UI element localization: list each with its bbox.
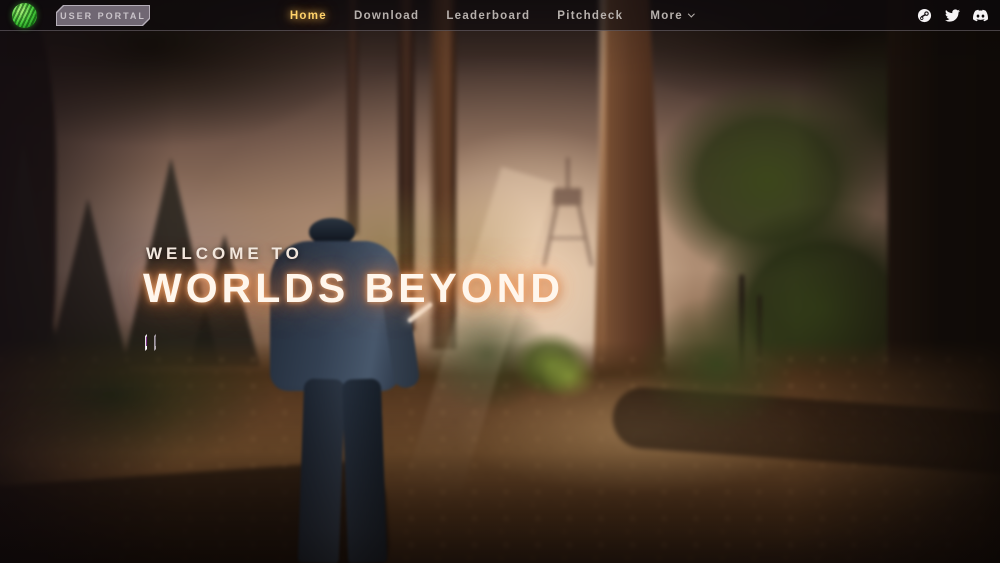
torso xyxy=(270,241,400,391)
leg xyxy=(342,378,387,563)
nav-item-more-label: More xyxy=(650,10,683,22)
nav-item-home[interactable]: Home xyxy=(290,10,327,22)
download-windows-button[interactable]: Download For Windows xyxy=(145,330,147,355)
leg xyxy=(298,378,345,563)
edge-shade xyxy=(796,0,1000,563)
logo-globe-icon[interactable] xyxy=(12,3,37,28)
download-buttons: Download For Windows Download For MacOS xyxy=(145,330,156,355)
nav-item-pitchdeck[interactable]: Pitchdeck xyxy=(557,10,623,22)
edge-shade xyxy=(0,0,174,563)
nav-item-leaderboard[interactable]: Leaderboard xyxy=(446,10,530,22)
steam-icon[interactable] xyxy=(917,8,932,23)
twitter-icon[interactable] xyxy=(945,8,960,23)
discord-icon[interactable] xyxy=(973,8,988,23)
social-links xyxy=(917,0,988,31)
download-macos-button[interactable]: Download For MacOS xyxy=(154,330,156,355)
top-navbar: USER PORTAL Home Download Leaderboard Pi… xyxy=(0,0,1000,31)
character-silhouette xyxy=(285,214,415,563)
fern xyxy=(541,353,597,399)
chevron-down-icon xyxy=(688,11,695,18)
foliage xyxy=(638,295,796,433)
main-menu: Home Download Leaderboard Pitchdeck More xyxy=(290,0,694,31)
landing-page: USER PORTAL Home Download Leaderboard Pi… xyxy=(0,0,1000,563)
user-portal-label: USER PORTAL xyxy=(57,6,149,25)
user-portal-button[interactable]: USER PORTAL xyxy=(56,5,150,26)
nav-item-more[interactable]: More xyxy=(650,10,694,22)
nav-item-download[interactable]: Download xyxy=(354,10,419,22)
hero-background-photo xyxy=(0,0,1000,563)
